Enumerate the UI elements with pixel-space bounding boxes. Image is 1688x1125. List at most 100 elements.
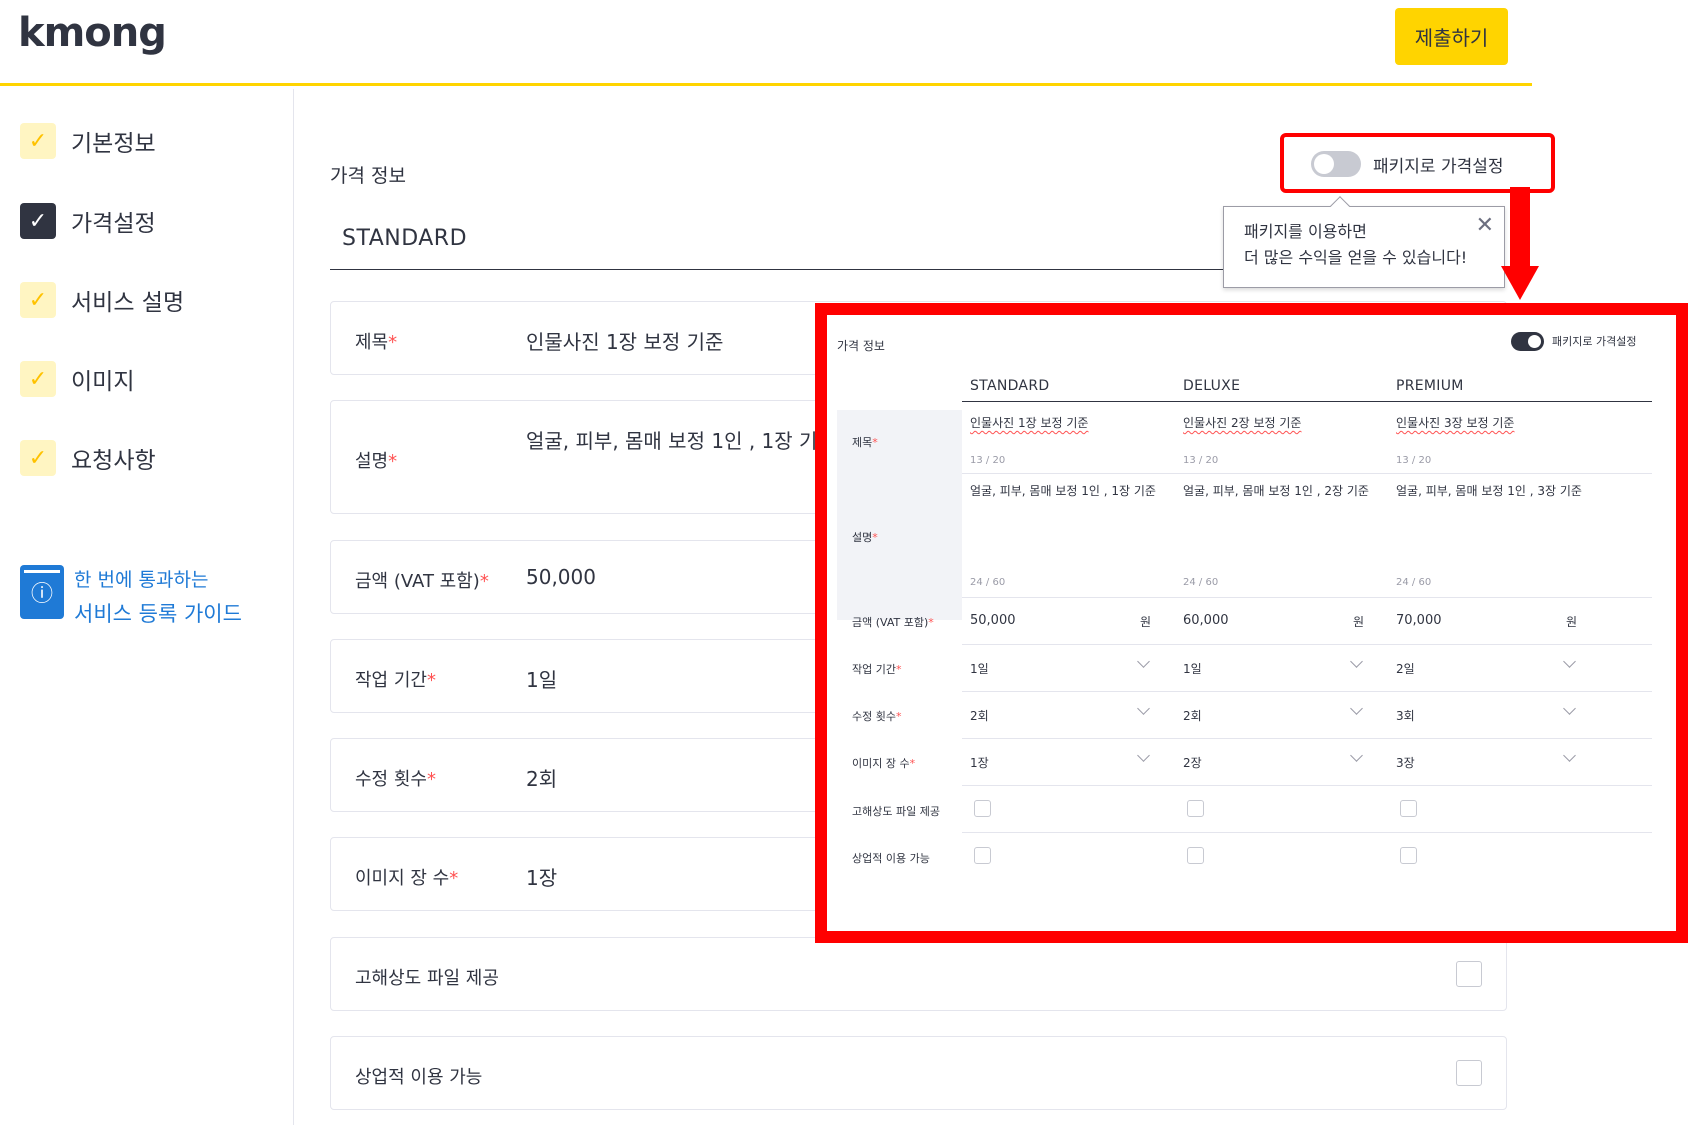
hires-checkbox[interactable] <box>1456 961 1482 987</box>
standard-images-select[interactable]: 1장 <box>970 754 989 771</box>
row-divider <box>962 832 1652 833</box>
required-mark: * <box>872 436 878 449</box>
chevron-down-icon[interactable] <box>1350 749 1363 762</box>
field-label: 상업적 이용 가능 <box>355 1067 483 1088</box>
currency-unit: 원 <box>1140 615 1152 629</box>
sidebar-step-requests[interactable]: ✓ 요청사항 <box>20 438 156 478</box>
chevron-down-icon[interactable] <box>1563 702 1576 715</box>
sidebar-step-label: 요청사항 <box>71 448 156 474</box>
field-label: 이미지 장 수 <box>355 868 450 889</box>
section-title: 가격 정보 <box>330 165 406 187</box>
premium-period-select[interactable]: 2일 <box>1396 660 1415 677</box>
premium-revisions-select[interactable]: 3회 <box>1396 707 1415 724</box>
guide-line1: 한 번에 통과하는 <box>74 569 209 591</box>
row-divider <box>962 597 1652 598</box>
commercial-checkbox[interactable] <box>1456 1060 1482 1086</box>
deluxe-desc-input[interactable]: 얼굴, 피부, 몸매 보정 1인 , 2장 기준 <box>1183 482 1369 499</box>
standard-hires-checkbox[interactable] <box>974 800 991 817</box>
package-pricing-panel: 가격 정보 패키지로 가격설정 STANDARD DELUXE PREMIUM … <box>815 303 1688 943</box>
revisions-select[interactable]: 2회 <box>526 763 557 792</box>
chevron-down-icon[interactable] <box>1137 702 1150 715</box>
standard-title-input[interactable]: 인물사진 1장 보정 기준 <box>970 414 1088 431</box>
premium-desc-input[interactable]: 얼굴, 피부, 몸매 보정 1인 , 3장 기준 <box>1396 482 1582 499</box>
chevron-down-icon[interactable] <box>1563 749 1576 762</box>
standard-commercial-checkbox[interactable] <box>974 847 991 864</box>
premium-desc-count: 24 / 60 <box>1396 577 1432 588</box>
guide-book-icon: ⓘ <box>20 565 64 619</box>
field-label: 수정 횟수 <box>355 769 427 790</box>
sidebar-step-label: 가격설정 <box>71 211 156 237</box>
price-input[interactable]: 50,000 <box>526 565 596 589</box>
toggle-knob <box>1314 154 1334 174</box>
required-mark: * <box>895 663 902 676</box>
title-input[interactable]: 인물사진 1장 보정 기준 <box>526 326 723 355</box>
description-input[interactable]: 얼굴, 피부, 몸매 보정 1인 , 1장 기준 <box>526 425 836 454</box>
annotation-arrow-shaft <box>1510 187 1530 267</box>
sidebar-step-label: 서비스 설명 <box>71 290 185 316</box>
tooltip-line2: 더 많은 수익을 얻을 수 있습니다! <box>1244 248 1468 267</box>
row-label-title: 제목 <box>852 436 873 449</box>
annotation-arrow-head-icon <box>1501 266 1539 300</box>
sidebar-step-images[interactable]: ✓ 이미지 <box>20 359 134 399</box>
panel-title: 가격 정보 <box>837 339 885 353</box>
standard-desc-input[interactable]: 얼굴, 피부, 몸매 보정 1인 , 1장 기준 <box>970 482 1156 499</box>
panel-package-toggle[interactable] <box>1511 332 1544 351</box>
chevron-down-icon[interactable] <box>1137 655 1150 668</box>
sidebar-step-basic-info[interactable]: ✓ 기본정보 <box>20 121 156 161</box>
required-mark: * <box>928 616 934 629</box>
chevron-down-icon[interactable] <box>1137 749 1150 762</box>
deluxe-price-input[interactable]: 60,000 <box>1183 613 1229 628</box>
chevron-down-icon[interactable] <box>1563 655 1576 668</box>
standard-revisions-select[interactable]: 2회 <box>970 707 989 724</box>
premium-hires-checkbox[interactable] <box>1400 800 1417 817</box>
period-select[interactable]: 1일 <box>526 664 557 693</box>
standard-period-select[interactable]: 1일 <box>970 660 989 677</box>
deluxe-images-select[interactable]: 2장 <box>1183 754 1202 771</box>
guide-line2: 서비스 등록 가이드 <box>74 602 242 626</box>
premium-commercial-checkbox[interactable] <box>1400 847 1417 864</box>
check-icon: ✓ <box>20 282 56 318</box>
deluxe-title-input[interactable]: 인물사진 2장 보정 기준 <box>1183 414 1301 431</box>
tooltip-pointer <box>1330 196 1350 216</box>
close-icon[interactable]: ✕ <box>1476 213 1494 239</box>
field-label: 금액 (VAT 포함) <box>355 571 480 592</box>
required-mark: * <box>388 332 398 353</box>
row-label-revisions: 수정 횟수 <box>852 710 896 723</box>
standard-title-count: 13 / 20 <box>970 455 1006 466</box>
deluxe-period-select[interactable]: 1일 <box>1183 660 1202 677</box>
check-icon: ✓ <box>20 361 56 397</box>
deluxe-hires-checkbox[interactable] <box>1187 800 1204 817</box>
field-label: 작업 기간 <box>355 670 427 691</box>
submit-button[interactable]: 제출하기 <box>1395 8 1508 65</box>
deluxe-revisions-select[interactable]: 2회 <box>1183 707 1202 724</box>
image-count-select[interactable]: 1장 <box>526 862 557 891</box>
premium-price-input[interactable]: 70,000 <box>1396 613 1442 628</box>
chevron-down-icon[interactable] <box>1350 702 1363 715</box>
toggle-knob <box>1528 335 1541 348</box>
standard-price-input[interactable]: 50,000 <box>970 613 1016 628</box>
deluxe-commercial-checkbox[interactable] <box>1187 847 1204 864</box>
package-toggle-label[interactable]: 패키지로 가격설정 <box>1373 152 1504 177</box>
panel-toggle-label[interactable]: 패키지로 가격설정 <box>1552 333 1636 349</box>
column-header-deluxe: DELUXE <box>1183 378 1241 394</box>
sidebar-step-pricing[interactable]: ✓ 가격설정 <box>20 201 156 241</box>
kmong-logo[interactable]: kmong <box>18 10 167 56</box>
premium-title-input[interactable]: 인물사진 3장 보정 기준 <box>1396 414 1514 431</box>
package-toggle[interactable] <box>1311 151 1361 177</box>
field-label: 고해상도 파일 제공 <box>355 968 499 989</box>
currency-unit: 원 <box>1353 615 1365 629</box>
check-icon: ✓ <box>20 123 56 159</box>
required-mark: * <box>895 710 902 723</box>
tooltip-line1: 패키지를 이용하면 <box>1244 222 1367 241</box>
package-tooltip: 패키지를 이용하면 더 많은 수익을 얻을 수 있습니다! ✕ <box>1223 196 1505 288</box>
required-mark: * <box>388 451 398 472</box>
registration-guide-link[interactable]: ⓘ 한 번에 통과하는 서비스 등록 가이드 <box>20 565 242 628</box>
row-label-hires: 고해상도 파일 제공 <box>852 805 940 818</box>
required-mark: * <box>426 670 436 691</box>
chevron-down-icon[interactable] <box>1350 655 1363 668</box>
sidebar-step-description[interactable]: ✓ 서비스 설명 <box>20 280 184 320</box>
premium-images-select[interactable]: 3장 <box>1396 754 1415 771</box>
premium-title-count: 13 / 20 <box>1396 455 1432 466</box>
currency-unit: 원 <box>1566 615 1578 629</box>
field-hires: 고해상도 파일 제공 <box>330 937 1507 1011</box>
